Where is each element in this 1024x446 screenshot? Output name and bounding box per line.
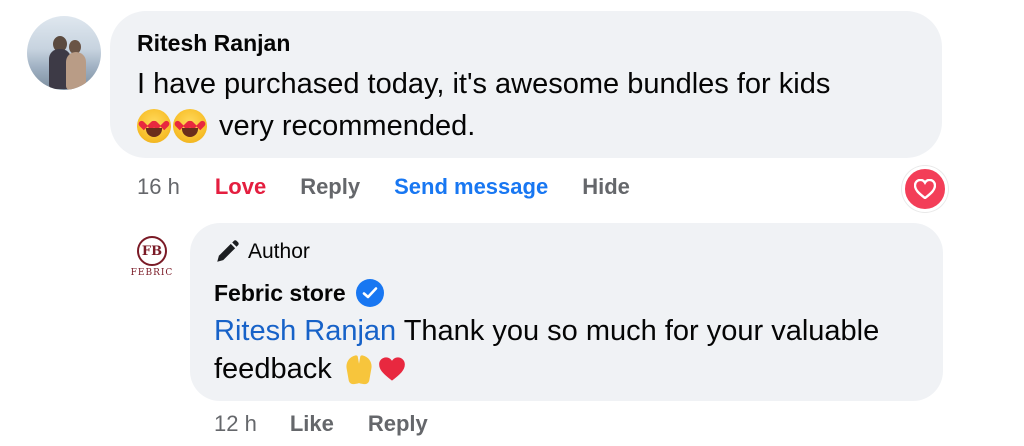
verified-badge-icon	[355, 279, 384, 307]
like-button[interactable]: Like	[290, 411, 334, 437]
author-badge-label: Author	[248, 240, 310, 263]
love-reaction-icon[interactable]	[902, 166, 948, 212]
comment-author-name[interactable]: Ritesh Ranjan	[137, 30, 290, 57]
red-heart-emoji-icon	[378, 356, 406, 382]
reply-actions: 12 h Like Reply	[214, 409, 428, 439]
reply-text-line2: feedback	[214, 352, 332, 385]
reply-author-row: Febric store	[214, 278, 384, 308]
heart-eyes-emoji-icon	[137, 109, 171, 143]
send-message-button[interactable]: Send message	[394, 174, 548, 200]
comment-timestamp[interactable]: 16 h	[137, 174, 180, 200]
commenter-avatar[interactable]	[27, 16, 101, 90]
reply-text-part: Thank you so much for your valuable	[396, 315, 880, 347]
hide-button[interactable]: Hide	[582, 174, 630, 200]
store-logo-avatar[interactable]: FB FEBRIC	[127, 236, 177, 282]
store-logo-text: FEBRIC	[130, 268, 174, 278]
comment-text-line1: I have purchased today, it's awesome bun…	[137, 68, 831, 100]
comment-text-line2: very recommended.	[219, 110, 476, 142]
comment-text-line2-row: very recommended.	[137, 106, 475, 146]
reply-timestamp[interactable]: 12 h	[214, 411, 257, 437]
reply-text-line2-row: feedback	[214, 351, 406, 387]
love-button[interactable]: Love	[215, 174, 266, 200]
comment-actions: 16 h Love Reply Send message Hide	[137, 172, 630, 202]
mention-link[interactable]: Ritesh Ranjan	[214, 315, 396, 347]
reply-reply-button[interactable]: Reply	[368, 411, 428, 437]
folded-hands-emoji-icon	[344, 353, 374, 385]
pencil-icon	[217, 240, 239, 262]
author-badge: Author	[214, 238, 310, 266]
reply-author-name[interactable]: Febric store	[214, 280, 346, 307]
store-logo-mark: FB	[137, 236, 167, 266]
reply-text-line1: Ritesh Ranjan Thank you so much for your…	[214, 312, 934, 350]
heart-eyes-emoji-icon	[173, 109, 207, 143]
reply-button[interactable]: Reply	[300, 174, 360, 200]
